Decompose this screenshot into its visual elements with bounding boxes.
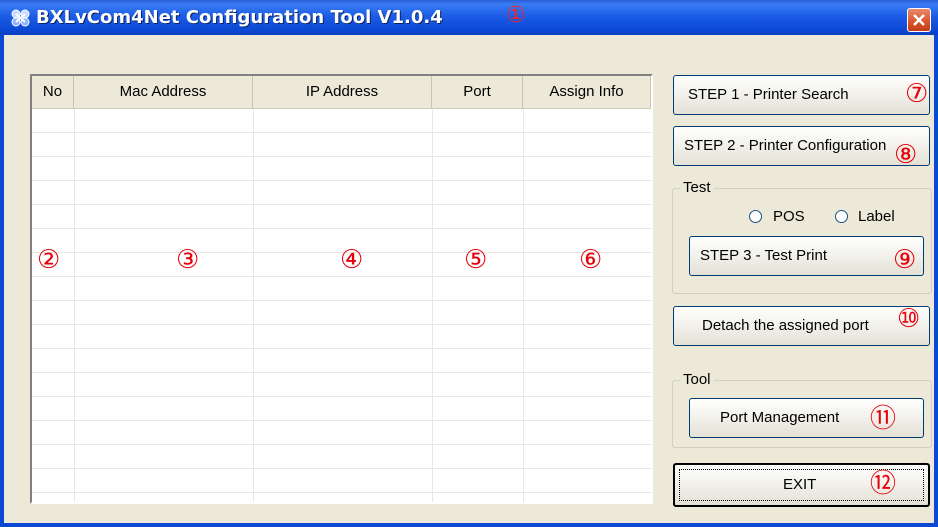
- column-divider: [523, 109, 524, 502]
- label-radio[interactable]: [835, 210, 848, 223]
- callout-marker-1: ①: [506, 3, 526, 28]
- test-print-label: STEP 3 - Test Print: [700, 247, 827, 264]
- column-header-port[interactable]: Port: [432, 76, 523, 108]
- callout-marker-10: ⑩: [897, 304, 921, 334]
- callout-marker-11: ⑪: [870, 404, 897, 434]
- list-header: No Mac Address IP Address Port Assign In…: [32, 76, 651, 109]
- callout-marker-12: ⑫: [870, 469, 897, 499]
- column-header-mac-address[interactable]: Mac Address: [74, 76, 253, 108]
- exit-label: EXIT: [783, 476, 817, 493]
- callout-marker-9: ⑨: [893, 245, 917, 275]
- column-divider: [432, 109, 433, 502]
- detach-assigned-port-button[interactable]: Detach the assigned port: [673, 306, 930, 346]
- column-divider: [253, 109, 254, 502]
- test-group-label: Test: [680, 179, 714, 196]
- test-print-button[interactable]: STEP 3 - Test Print: [689, 236, 924, 276]
- callout-marker-4: ④: [340, 245, 364, 275]
- close-button[interactable]: [907, 8, 931, 32]
- printer-list[interactable]: No Mac Address IP Address Port Assign In…: [30, 74, 653, 504]
- printer-configuration-button[interactable]: STEP 2 - Printer Configuration: [673, 126, 930, 166]
- callout-marker-6: ⑥: [579, 245, 603, 275]
- window-frame-left: [0, 35, 4, 527]
- callout-marker-2: ②: [37, 245, 61, 275]
- printer-configuration-label: STEP 2 - Printer Configuration: [684, 137, 887, 154]
- detach-assigned-port-label: Detach the assigned port: [702, 317, 869, 334]
- close-x-icon: [913, 14, 925, 26]
- window-frame-right: [934, 35, 938, 527]
- port-management-label: Port Management: [720, 409, 840, 426]
- column-header-assign-info[interactable]: Assign Info: [523, 76, 651, 108]
- config-tool-window: BXLvCom4Net Configuration Tool V1.0.4 ① …: [0, 0, 938, 527]
- list-rows[interactable]: [32, 109, 651, 502]
- callout-marker-7: ⑦: [905, 79, 929, 109]
- tool-group-label: Tool: [680, 371, 714, 388]
- printer-search-button[interactable]: STEP 1 - Printer Search: [673, 75, 930, 115]
- window-frame-bottom: [0, 523, 938, 527]
- callout-marker-3: ③: [176, 245, 200, 275]
- title-bar[interactable]: BXLvCom4Net Configuration Tool V1.0.4 ①: [0, 0, 938, 35]
- window-title: BXLvCom4Net Configuration Tool V1.0.4: [36, 7, 443, 28]
- callout-marker-8: ⑧: [894, 140, 918, 170]
- bixolon-app-icon: [11, 9, 30, 27]
- label-radio-label[interactable]: Label: [858, 208, 895, 225]
- pos-radio-label[interactable]: POS: [773, 208, 805, 225]
- callout-marker-5: ⑤: [464, 245, 488, 275]
- pos-radio[interactable]: [749, 210, 762, 223]
- column-header-no[interactable]: No: [32, 76, 74, 108]
- printer-search-label: STEP 1 - Printer Search: [688, 86, 849, 103]
- column-divider: [74, 109, 75, 502]
- column-header-ip-address[interactable]: IP Address: [253, 76, 432, 108]
